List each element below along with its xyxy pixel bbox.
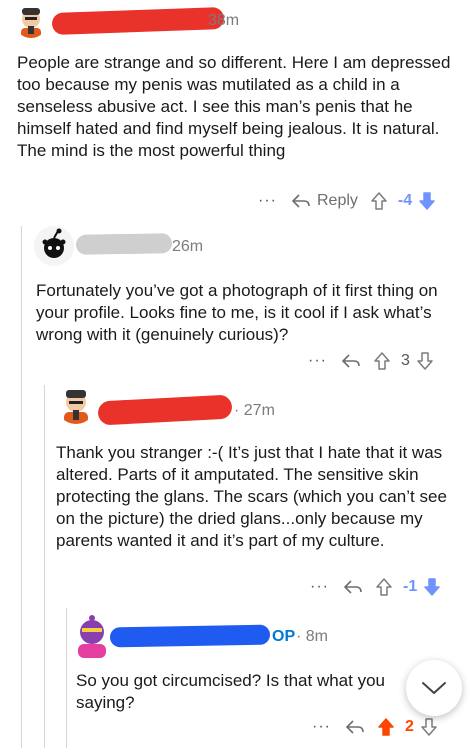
reply-arrow-icon <box>291 194 310 208</box>
downvote-button[interactable] <box>418 191 436 211</box>
thread-line[interactable] <box>66 608 67 748</box>
avatar[interactable] <box>34 226 74 266</box>
reply-button[interactable] <box>345 719 365 735</box>
more-options-button[interactable]: ··· <box>312 718 331 736</box>
comment-actions: ··· -1 <box>310 572 453 602</box>
upvote-button[interactable] <box>375 577 393 597</box>
timestamp: · 27m <box>234 402 275 419</box>
chevron-down-icon <box>422 682 446 694</box>
timestamp: 38m <box>208 12 240 29</box>
username-redaction <box>75 233 173 255</box>
vote-score: 3 <box>400 352 410 369</box>
upvote-icon <box>376 578 392 596</box>
reply-arrow-icon <box>341 354 360 368</box>
downvote-icon <box>424 578 440 596</box>
next-comment-button[interactable] <box>406 660 462 716</box>
downvote-button[interactable] <box>416 351 434 371</box>
username-redaction <box>109 624 271 648</box>
downvote-button[interactable] <box>420 717 438 737</box>
reply-button[interactable] <box>343 579 363 595</box>
thread-line[interactable] <box>21 226 22 748</box>
downvote-icon <box>419 192 435 210</box>
vote-score: 2 <box>404 718 414 735</box>
thread-line[interactable] <box>44 385 45 748</box>
upvote-button[interactable] <box>377 717 395 737</box>
reply-arrow-icon <box>343 580 362 594</box>
more-options-button[interactable]: ··· <box>258 192 277 210</box>
comment-body: So you got circumcised? Is that what you… <box>76 671 385 712</box>
comment-body: Fortunately you’ve got a photograph of i… <box>36 281 438 344</box>
comment-actions: ··· Reply -4 <box>258 186 448 216</box>
avatar[interactable] <box>14 4 48 38</box>
upvote-icon <box>378 718 394 736</box>
reply-arrow-icon <box>345 720 364 734</box>
reply-label: Reply <box>316 192 358 209</box>
username-redaction <box>97 394 233 426</box>
vote-score: -1 <box>402 578 418 595</box>
timestamp: · 8m <box>296 628 328 645</box>
downvote-icon <box>421 718 437 736</box>
more-options-button[interactable]: ··· <box>308 352 327 370</box>
comment-actions: ··· 2 <box>312 712 450 742</box>
op-badge: OP <box>272 628 296 645</box>
timestamp: 26m <box>172 238 204 255</box>
reply-button[interactable]: Reply <box>291 192 358 210</box>
upvote-icon <box>371 192 387 210</box>
comment-body: Thank you stranger :-( It’s just that I … <box>56 443 447 550</box>
downvote-button[interactable] <box>423 577 441 597</box>
comment-body: People are strange and so different. Her… <box>17 53 451 160</box>
reply-button[interactable] <box>341 353 361 369</box>
upvote-button[interactable] <box>370 191 388 211</box>
comment-actions: ··· 3 <box>308 346 446 376</box>
username-redaction <box>51 7 225 35</box>
upvote-button[interactable] <box>373 351 391 371</box>
avatar[interactable] <box>56 384 96 424</box>
vote-score: -4 <box>397 192 413 209</box>
more-options-button[interactable]: ··· <box>310 578 329 596</box>
upvote-icon <box>374 352 390 370</box>
avatar[interactable] <box>72 612 112 658</box>
downvote-icon <box>417 352 433 370</box>
